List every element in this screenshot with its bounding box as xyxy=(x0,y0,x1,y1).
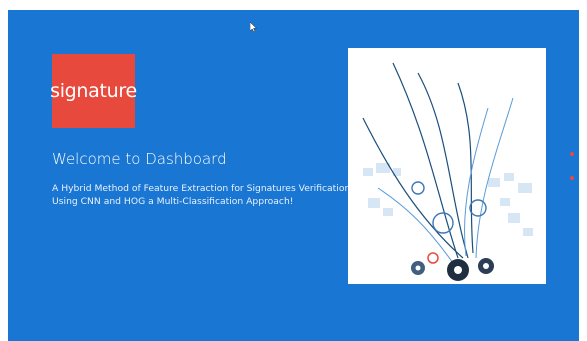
hero-illustration xyxy=(348,48,546,284)
logo-text: signature xyxy=(50,80,137,102)
signature-logo: signature xyxy=(50,54,137,128)
carousel-indicators xyxy=(568,150,576,186)
page-subtitle: A Hybrid Method of Feature Extraction fo… xyxy=(52,183,351,207)
carousel-dot-icon[interactable] xyxy=(570,176,574,180)
dashboard-screen: signature Welcome to Dashboard A Hybrid … xyxy=(8,10,579,341)
carousel-dot-icon[interactable] xyxy=(570,152,574,156)
mouse-cursor-icon xyxy=(250,22,258,32)
page-title: Welcome to Dashboard xyxy=(52,150,227,168)
